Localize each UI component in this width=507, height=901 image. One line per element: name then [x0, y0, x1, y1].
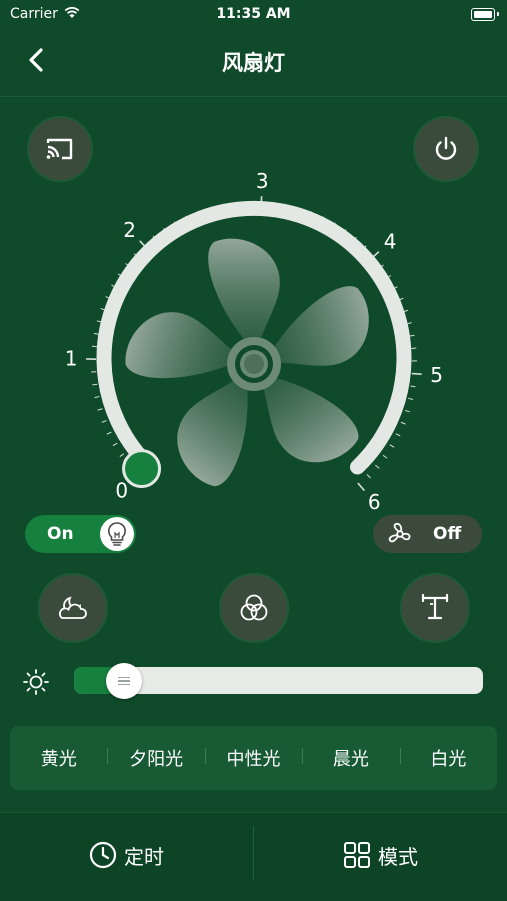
tab-mode[interactable]: 模式 — [342, 838, 418, 872]
dial-minor-tick — [120, 454, 124, 457]
dial-major-tick — [412, 374, 422, 375]
fan-icon — [387, 522, 413, 546]
moon-cloud-icon — [56, 594, 90, 622]
mode-morning-light[interactable]: 晨光 — [302, 745, 399, 771]
dial-minor-tick — [107, 432, 112, 434]
dial-minor-tick — [408, 398, 413, 399]
grid-icon — [342, 840, 372, 870]
dial-label-1: 1 — [65, 346, 78, 370]
tab-timer[interactable]: 定时 — [88, 838, 164, 872]
battery-tip — [497, 12, 499, 16]
ceiling-lamp-button[interactable] — [400, 573, 470, 643]
light-toggle-label: On — [47, 524, 74, 544]
light-toggle[interactable]: On — [25, 515, 136, 553]
dial-minor-tick — [94, 333, 99, 334]
ceiling-lamp-icon — [419, 593, 451, 623]
dial-minor-tick — [92, 346, 97, 347]
light-mode-selector: 黄光 夕阳光 中性光 晨光 白光 — [10, 726, 497, 790]
dial-minor-tick — [410, 386, 415, 387]
cast-icon — [45, 136, 75, 162]
brightness-thumb[interactable] — [106, 663, 142, 699]
dial-minor-tick — [401, 422, 406, 424]
page-title: 风扇灯 — [0, 47, 507, 77]
dial-minor-tick — [390, 445, 394, 448]
dial-minor-tick — [405, 410, 410, 411]
status-bar: Carrier 11:35 AM — [0, 0, 507, 28]
color-mix-button[interactable] — [219, 573, 289, 643]
dial-minor-tick — [92, 384, 97, 385]
fan-blades-icon — [121, 239, 382, 493]
lightbulb-icon — [106, 521, 128, 547]
dial-minor-tick — [367, 474, 371, 477]
dial-label-6: 6 — [368, 490, 381, 510]
dial-label-0: 0 — [115, 478, 128, 502]
dial-minor-tick — [98, 409, 103, 410]
dial-minor-tick — [396, 434, 400, 436]
light-toggle-knob — [100, 517, 134, 551]
fan-toggle[interactable]: Off — [373, 515, 482, 553]
dial-label-3: 3 — [256, 169, 269, 193]
sun-icon — [22, 668, 50, 696]
fan-speed-dial[interactable]: 0 1 2 3 4 5 6 — [40, 165, 470, 510]
color-circles-icon — [237, 591, 271, 625]
dial-label-5: 5 — [430, 363, 443, 387]
dial-minor-tick — [113, 443, 117, 446]
night-mode-button[interactable] — [38, 573, 108, 643]
dial-label-4: 4 — [384, 230, 397, 254]
dial-minor-tick — [102, 421, 107, 423]
dial-knob[interactable] — [124, 451, 160, 487]
mode-neutral-light[interactable]: 中性光 — [205, 745, 302, 771]
mode-white-light[interactable]: 白光 — [400, 745, 497, 771]
bottom-tab-divider — [253, 826, 254, 880]
status-time: 11:35 AM — [0, 6, 507, 22]
tab-timer-label: 定时 — [124, 841, 164, 870]
tab-mode-label: 模式 — [378, 841, 418, 870]
mode-yellow-light[interactable]: 黄光 — [10, 745, 107, 771]
dial-minor-tick — [383, 455, 387, 458]
dial-minor-tick — [375, 465, 379, 468]
power-icon — [432, 135, 460, 163]
dial-label-2: 2 — [123, 218, 136, 242]
dial-major-tick — [358, 483, 365, 491]
mode-sunset-light[interactable]: 夕阳光 — [107, 745, 204, 771]
clock-icon — [88, 840, 118, 870]
header-divider — [0, 96, 507, 97]
fan-toggle-label: Off — [433, 524, 461, 544]
battery-icon — [471, 8, 495, 21]
dial-minor-tick — [410, 335, 415, 336]
dial-minor-tick — [95, 397, 100, 398]
